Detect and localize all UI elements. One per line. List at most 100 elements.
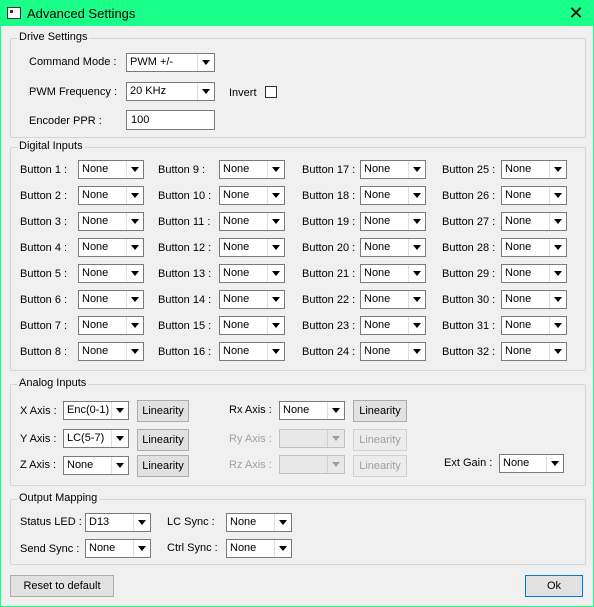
digital-button-select[interactable]: None — [360, 290, 426, 309]
chevron-down-icon[interactable] — [549, 343, 566, 360]
digital-button-select[interactable]: None — [78, 290, 144, 309]
chevron-down-icon[interactable] — [133, 540, 150, 557]
y-axis-select[interactable]: LC(5-7) — [63, 429, 129, 448]
digital-button-select[interactable]: None — [501, 342, 567, 361]
chevron-down-icon[interactable] — [549, 213, 566, 230]
encoder-ppr-input[interactable]: 100 — [126, 110, 215, 130]
chevron-down-icon[interactable] — [546, 455, 563, 472]
digital-button-select[interactable]: None — [219, 186, 285, 205]
digital-button-select[interactable]: None — [219, 342, 285, 361]
lc-sync-select[interactable]: None — [226, 513, 292, 532]
chevron-down-icon[interactable] — [408, 161, 425, 178]
y-axis-linearity-button[interactable]: Linearity — [137, 429, 189, 451]
chevron-down-icon[interactable] — [267, 161, 284, 178]
chevron-down-icon[interactable] — [267, 213, 284, 230]
rx-axis-linearity-button[interactable]: Linearity — [353, 400, 407, 422]
chevron-down-icon[interactable] — [126, 239, 143, 256]
chevron-down-icon[interactable] — [327, 456, 344, 473]
chevron-down-icon[interactable] — [133, 514, 150, 531]
chevron-down-icon[interactable] — [197, 83, 214, 100]
reset-to-default-button[interactable]: Reset to default — [10, 575, 114, 597]
chevron-down-icon[interactable] — [408, 317, 425, 334]
chevron-down-icon[interactable] — [549, 291, 566, 308]
digital-button-select[interactable]: None — [78, 264, 144, 283]
chevron-down-icon[interactable] — [408, 239, 425, 256]
rz-axis-select[interactable] — [279, 455, 345, 474]
digital-button-select[interactable]: None — [360, 212, 426, 231]
digital-button-select[interactable]: None — [78, 186, 144, 205]
digital-button-select[interactable]: None — [501, 316, 567, 335]
chevron-down-icon[interactable] — [111, 430, 128, 447]
digital-button-select[interactable]: None — [501, 160, 567, 179]
ext-gain-select[interactable]: None — [499, 454, 564, 473]
chevron-down-icon[interactable] — [126, 265, 143, 282]
digital-button-select[interactable]: None — [501, 238, 567, 257]
chevron-down-icon[interactable] — [274, 540, 291, 557]
chevron-down-icon[interactable] — [408, 265, 425, 282]
send-sync-select[interactable]: None — [85, 539, 151, 558]
ry-axis-select[interactable] — [279, 429, 345, 448]
chevron-down-icon[interactable] — [126, 187, 143, 204]
chevron-down-icon[interactable] — [126, 161, 143, 178]
chevron-down-icon[interactable] — [327, 430, 344, 447]
chevron-down-icon[interactable] — [267, 239, 284, 256]
chevron-down-icon[interactable] — [267, 291, 284, 308]
digital-button-select[interactable]: None — [219, 264, 285, 283]
chevron-down-icon[interactable] — [267, 317, 284, 334]
digital-button-select[interactable]: None — [360, 264, 426, 283]
status-led-select[interactable]: D13 — [85, 513, 151, 532]
digital-button-select[interactable]: None — [219, 160, 285, 179]
invert-checkbox[interactable] — [265, 86, 277, 98]
chevron-down-icon[interactable] — [549, 317, 566, 334]
chevron-down-icon[interactable] — [267, 265, 284, 282]
chevron-down-icon[interactable] — [327, 402, 344, 419]
digital-button-select[interactable]: None — [219, 212, 285, 231]
command-mode-select[interactable]: PWM +/- — [126, 53, 215, 72]
digital-button-select[interactable]: None — [501, 264, 567, 283]
chevron-down-icon[interactable] — [549, 239, 566, 256]
digital-button-select[interactable]: None — [219, 316, 285, 335]
z-axis-select[interactable]: None — [63, 456, 129, 475]
chevron-down-icon[interactable] — [126, 317, 143, 334]
rx-axis-select[interactable]: None — [279, 401, 345, 420]
digital-button-select[interactable]: None — [360, 186, 426, 205]
digital-button-select[interactable]: None — [360, 316, 426, 335]
digital-button-select[interactable]: None — [219, 238, 285, 257]
digital-button-select[interactable]: None — [78, 212, 144, 231]
ry-axis-linearity-button[interactable]: Linearity — [353, 429, 407, 451]
chevron-down-icon[interactable] — [267, 187, 284, 204]
chevron-down-icon[interactable] — [197, 54, 214, 71]
close-icon[interactable]: ✕ — [565, 2, 587, 24]
digital-button-select[interactable]: None — [501, 212, 567, 231]
chevron-down-icon[interactable] — [267, 343, 284, 360]
chevron-down-icon[interactable] — [549, 187, 566, 204]
digital-button-select[interactable]: None — [219, 290, 285, 309]
ok-button[interactable]: Ok — [525, 575, 583, 597]
chevron-down-icon[interactable] — [408, 187, 425, 204]
chevron-down-icon[interactable] — [408, 213, 425, 230]
chevron-down-icon[interactable] — [408, 343, 425, 360]
pwm-frequency-select[interactable]: 20 KHz — [126, 82, 215, 101]
x-axis-linearity-button[interactable]: Linearity — [137, 400, 189, 422]
chevron-down-icon[interactable] — [111, 402, 128, 419]
ctrl-sync-select[interactable]: None — [226, 539, 292, 558]
chevron-down-icon[interactable] — [126, 213, 143, 230]
chevron-down-icon[interactable] — [126, 291, 143, 308]
chevron-down-icon[interactable] — [274, 514, 291, 531]
chevron-down-icon[interactable] — [408, 291, 425, 308]
chevron-down-icon[interactable] — [549, 265, 566, 282]
digital-button-select[interactable]: None — [78, 342, 144, 361]
chevron-down-icon[interactable] — [126, 343, 143, 360]
z-axis-linearity-button[interactable]: Linearity — [137, 455, 189, 477]
digital-button-select[interactable]: None — [501, 186, 567, 205]
chevron-down-icon[interactable] — [111, 457, 128, 474]
digital-button-select[interactable]: None — [360, 342, 426, 361]
chevron-down-icon[interactable] — [549, 161, 566, 178]
rz-axis-linearity-button[interactable]: Linearity — [353, 455, 407, 477]
x-axis-select[interactable]: Enc(0-1) — [63, 401, 129, 420]
digital-button-select[interactable]: None — [360, 160, 426, 179]
digital-button-select[interactable]: None — [78, 160, 144, 179]
digital-button-select[interactable]: None — [78, 316, 144, 335]
digital-button-select[interactable]: None — [360, 238, 426, 257]
digital-button-select[interactable]: None — [78, 238, 144, 257]
